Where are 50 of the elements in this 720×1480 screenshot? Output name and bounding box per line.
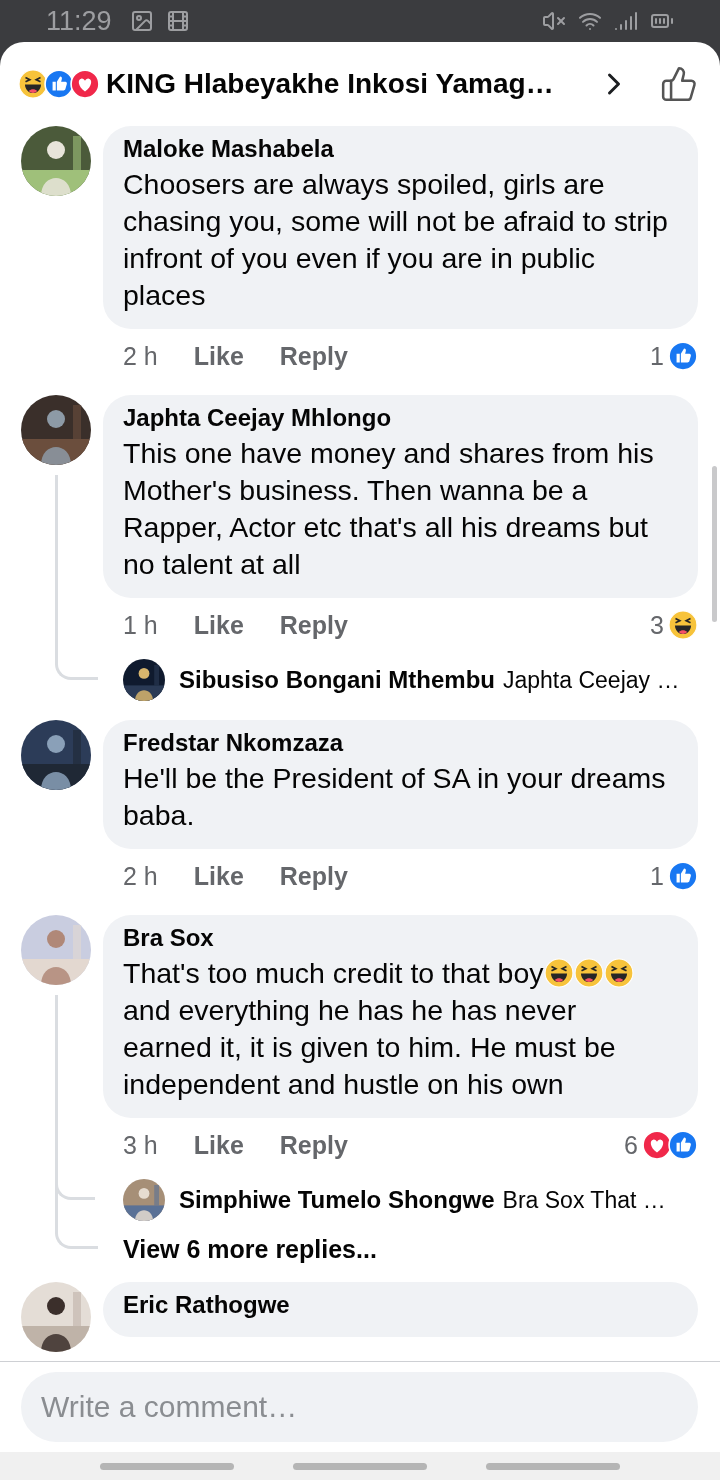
comment-author[interactable]: Japhta Ceejay Mhlongo xyxy=(123,401,678,435)
reply-link[interactable]: Reply xyxy=(279,861,348,891)
like-reaction-icon xyxy=(668,861,698,891)
comment-text: He'll be the President of SA in your dreams baba. xyxy=(123,761,667,833)
comment-time: 2 h xyxy=(123,341,158,371)
laughing-emoji-icon xyxy=(668,610,698,640)
comment-input-field[interactable]: Write a comment… xyxy=(21,1372,698,1442)
like-link[interactable]: Like xyxy=(193,610,244,640)
film-icon xyxy=(165,9,190,33)
comment-text: That's too much credit to that boy and everything he has he has never earned it, it is given to him. He must be independent and hustle on his own xyxy=(123,955,678,1103)
avatar[interactable] xyxy=(123,659,165,701)
reply-preview: Japhta Ceejay … xyxy=(503,666,680,694)
comment-time: 1 h xyxy=(123,610,158,640)
laughing-emoji-icon xyxy=(543,958,574,988)
comment-time: 2 h xyxy=(123,861,158,891)
comment-author[interactable]: Maloke Mashabela xyxy=(123,132,678,166)
laughing-emoji-icon xyxy=(603,958,634,988)
reaction-count: 1 xyxy=(650,861,664,891)
reaction-count: 3 xyxy=(650,610,664,640)
reply-link[interactable]: Reply xyxy=(279,341,348,371)
status-time: 11:29 xyxy=(46,5,112,37)
like-reaction-icon xyxy=(668,1130,698,1160)
comment-text: This one have money and shares from his Mother's business. Then wanna be a Rapper, Actor etc that's all his dreams but no talent at all xyxy=(123,436,655,582)
comment-author[interactable]: Eric Rathogwe xyxy=(123,1288,678,1322)
reply-link[interactable]: Reply xyxy=(279,610,348,640)
heart-reaction-icon xyxy=(70,69,100,99)
comment-time: 3 h xyxy=(123,1130,158,1160)
reply-link[interactable]: Reply xyxy=(279,1130,348,1160)
reply-author[interactable]: Simphiwe Tumelo Shongwe xyxy=(179,1186,495,1214)
image-icon xyxy=(129,9,154,33)
thumbs-up-icon[interactable] xyxy=(660,65,698,103)
view-more-replies-link[interactable]: View 6 more replies... xyxy=(123,1234,377,1264)
comment-author[interactable]: Bra Sox xyxy=(123,921,678,955)
reaction-count: 6 xyxy=(624,1130,638,1160)
like-reaction-icon xyxy=(44,69,74,99)
comment-author[interactable]: Fredstar Nkomzaza xyxy=(123,726,678,760)
post-title: KING Hlabeyakhe Inkosi Yamag… xyxy=(106,68,555,100)
like-link[interactable]: Like xyxy=(193,341,244,371)
laughing-emoji-icon xyxy=(18,69,48,99)
like-link[interactable]: Like xyxy=(193,1130,244,1160)
comment-text: Choosers are always spoiled, girls are chasing you, some will not be afraid to strip infront of you even if you are in public places xyxy=(123,167,669,313)
like-link[interactable]: Like xyxy=(193,861,244,891)
like-reaction-icon xyxy=(668,341,698,371)
reply-author[interactable]: Sibusiso Bongani Mthembu xyxy=(179,666,495,694)
reaction-count: 1 xyxy=(650,341,664,371)
reply-preview: Bra Sox That … xyxy=(502,1186,666,1214)
laughing-emoji-icon xyxy=(573,958,604,988)
mute-icon xyxy=(542,9,566,33)
heart-reaction-icon xyxy=(642,1130,672,1160)
signal-icon xyxy=(614,9,638,33)
